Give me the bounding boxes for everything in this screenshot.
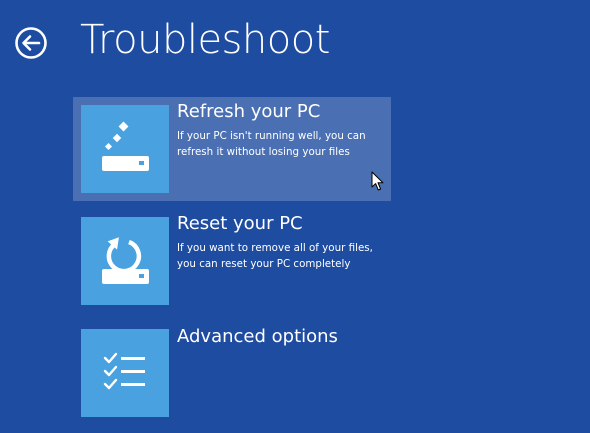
checklist-icon: [103, 352, 145, 390]
mouse-cursor-icon: [371, 171, 384, 191]
refresh-pc-tile: [81, 105, 169, 193]
refresh-pc-icon: [102, 121, 149, 171]
option-description-line: refresh it without losing your files: [177, 146, 350, 158]
reset-pc-tile: [81, 217, 169, 305]
advanced-options-option[interactable]: Advanced options: [73, 321, 391, 425]
option-title: Reset your PC: [177, 213, 303, 234]
option-description: If your PC isn't running well, you can r…: [177, 128, 366, 160]
reset-pc-icon: [102, 237, 149, 284]
refresh-pc-option[interactable]: Refresh your PC If your PC isn't running…: [73, 97, 391, 201]
option-title: Refresh your PC: [177, 101, 321, 122]
option-description-line: If your PC isn't running well, you can: [177, 130, 366, 142]
option-description-line: If you want to remove all of your files,: [177, 242, 373, 254]
reset-pc-option[interactable]: Reset your PC If you want to remove all …: [73, 209, 391, 313]
option-description-line: you can reset your PC completely: [177, 258, 351, 270]
option-title: Advanced options: [177, 326, 338, 347]
page-title: Troubleshoot: [80, 17, 330, 63]
back-button[interactable]: [14, 26, 48, 60]
back-arrow-icon: [15, 27, 47, 59]
advanced-options-tile: [81, 329, 169, 417]
option-description: If you want to remove all of your files,…: [177, 240, 373, 272]
